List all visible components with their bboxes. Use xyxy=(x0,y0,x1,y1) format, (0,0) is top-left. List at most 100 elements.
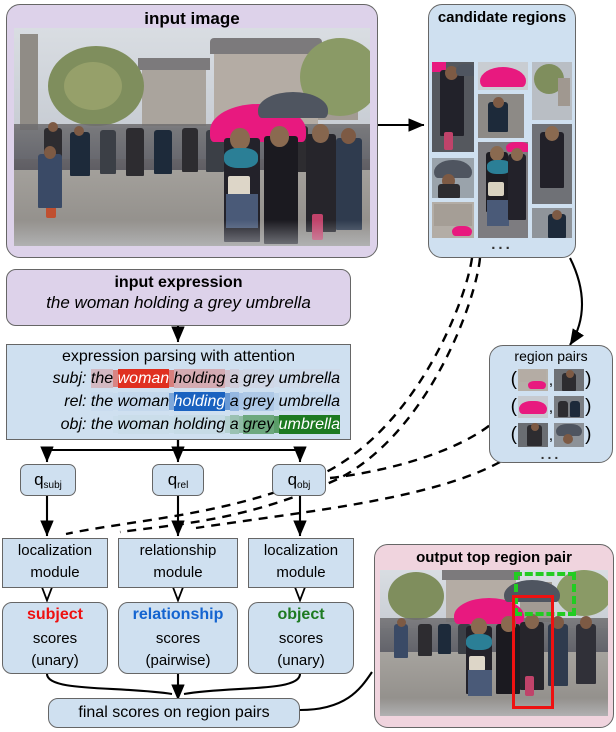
parsing-token: woman xyxy=(117,392,170,411)
parsing-token: a xyxy=(229,369,239,388)
q-rel-label: qrel xyxy=(167,469,189,491)
region-pairs-title: region pairs xyxy=(514,348,588,364)
paren-comma: , xyxy=(548,371,554,389)
paren-comma: , xyxy=(548,398,554,416)
candidate-thumb[interactable] xyxy=(532,208,572,238)
region-pair-thumb[interactable] xyxy=(554,423,585,447)
scores-line2: scores xyxy=(32,630,78,647)
panel-expression-parsing: expression parsing with attention subj: … xyxy=(6,344,351,440)
candidate-thumb[interactable] xyxy=(532,62,572,120)
scores-head: object xyxy=(277,606,325,623)
scores-relationship: relationship scores (pairwise) xyxy=(118,602,238,674)
candidate-thumb[interactable] xyxy=(432,202,474,238)
parsing-token: the xyxy=(90,392,114,411)
parsing-title: expression parsing with attention xyxy=(61,348,296,365)
module-relationship[interactable]: relationship module xyxy=(118,538,238,588)
module-line2: module xyxy=(276,564,326,581)
q-obj-node[interactable]: qobj xyxy=(272,464,326,496)
candidate-regions-title: candidate regions xyxy=(437,9,567,26)
parsing-token: grey xyxy=(243,415,275,434)
token-space xyxy=(113,416,118,433)
token-space xyxy=(169,416,174,433)
region-pair-thumb[interactable] xyxy=(517,423,548,447)
parsing-token: woman xyxy=(117,415,170,434)
candidate-thumb[interactable] xyxy=(532,124,572,204)
candidate-thumb[interactable] xyxy=(478,62,528,90)
parsing-row-label: obj: xyxy=(60,416,91,433)
parsing-token: umbrella xyxy=(278,415,340,434)
module-line1: localization xyxy=(17,542,93,559)
paren-close: ) xyxy=(585,396,592,417)
scores-line2: scores xyxy=(278,630,324,647)
parsing-token: umbrella xyxy=(278,369,340,388)
token-space xyxy=(169,370,174,387)
parsing-token: the xyxy=(90,416,114,433)
parsing-token: woman xyxy=(117,369,170,388)
output-subject-box xyxy=(512,595,554,709)
parsing-token: holding xyxy=(173,392,226,411)
scores-line3: (pairwise) xyxy=(145,652,211,669)
scores-line3: (unary) xyxy=(277,652,325,669)
parsing-token: a xyxy=(229,415,239,434)
module-line1: localization xyxy=(263,542,339,559)
region-pairs-ellipsis: ... xyxy=(540,446,562,462)
parsing-token: holding xyxy=(173,415,226,434)
token-space xyxy=(274,416,279,433)
region-pair-thumb[interactable] xyxy=(554,396,585,418)
parsing-token: grey xyxy=(243,369,275,388)
parsing-token: umbrella xyxy=(278,392,340,411)
parsing-row: rel: the woman holding a grey umbrella xyxy=(7,390,344,413)
q-subj-label: qsubj xyxy=(34,469,62,491)
scores-head: relationship xyxy=(132,606,224,623)
paren-open: ( xyxy=(510,369,517,390)
input-image-title: input image xyxy=(144,9,240,28)
token-space xyxy=(169,393,174,410)
output-title: output top region pair xyxy=(416,549,572,566)
parsing-row: obj: the woman holding a grey umbrella xyxy=(7,413,344,436)
region-pairs-list: ( , ) ( , ) ( ,) xyxy=(493,368,609,452)
paren-open: ( xyxy=(510,396,517,417)
scores-line3: (unary) xyxy=(31,652,79,669)
candidate-thumb[interactable] xyxy=(478,142,528,238)
paren-close: ) xyxy=(585,369,592,390)
module-localization-subject[interactable]: localization module xyxy=(2,538,108,588)
paren-comma: , xyxy=(548,426,554,444)
q-rel-node[interactable]: qrel xyxy=(152,464,204,496)
token-space xyxy=(274,370,279,387)
q-obj-label: qobj xyxy=(287,469,311,491)
scores-subject: subject scores (unary) xyxy=(2,602,108,674)
parsing-rows: subj: the woman holding a grey umbrella r… xyxy=(7,367,350,436)
module-line2: module xyxy=(153,564,203,581)
token-space xyxy=(274,393,279,410)
parsing-row-label: subj: xyxy=(52,370,91,387)
module-line2: module xyxy=(30,564,80,581)
candidate-regions-ellipsis: ... xyxy=(491,236,513,253)
scores-line2: scores xyxy=(155,630,201,647)
candidate-thumb[interactable] xyxy=(432,62,474,152)
parsing-row: subj: the woman holding a grey umbrella xyxy=(7,367,344,390)
final-scores-label: final scores on region pairs xyxy=(78,704,270,721)
q-subj-node[interactable]: qsubj xyxy=(20,464,76,496)
scores-object: object scores (unary) xyxy=(248,602,354,674)
token-space xyxy=(113,370,118,387)
module-line1: relationship xyxy=(139,542,217,559)
input-expression-text: the woman holding a grey umbrella xyxy=(46,293,311,312)
panel-input-expression: input expression the woman holding a gre… xyxy=(6,269,351,326)
parsing-token: holding xyxy=(173,369,226,388)
candidate-thumb[interactable] xyxy=(432,158,474,198)
candidate-thumb[interactable] xyxy=(478,94,524,138)
paren-close: ) xyxy=(585,424,592,445)
region-pair-thumb[interactable] xyxy=(517,396,548,418)
module-localization-object[interactable]: localization module xyxy=(248,538,354,588)
scores-head: subject xyxy=(26,606,83,623)
parsing-row-label: rel: xyxy=(64,393,91,410)
parsing-token: a xyxy=(229,392,239,411)
region-pair-thumb[interactable] xyxy=(517,369,548,391)
parsing-token: the xyxy=(90,369,114,388)
paren-open: ( xyxy=(510,424,517,445)
final-scores-box: final scores on region pairs xyxy=(48,698,300,728)
input-expression-title: input expression xyxy=(114,274,243,291)
input-scene-photo xyxy=(14,28,370,246)
token-space xyxy=(113,393,118,410)
region-pair-thumb[interactable] xyxy=(554,369,585,391)
